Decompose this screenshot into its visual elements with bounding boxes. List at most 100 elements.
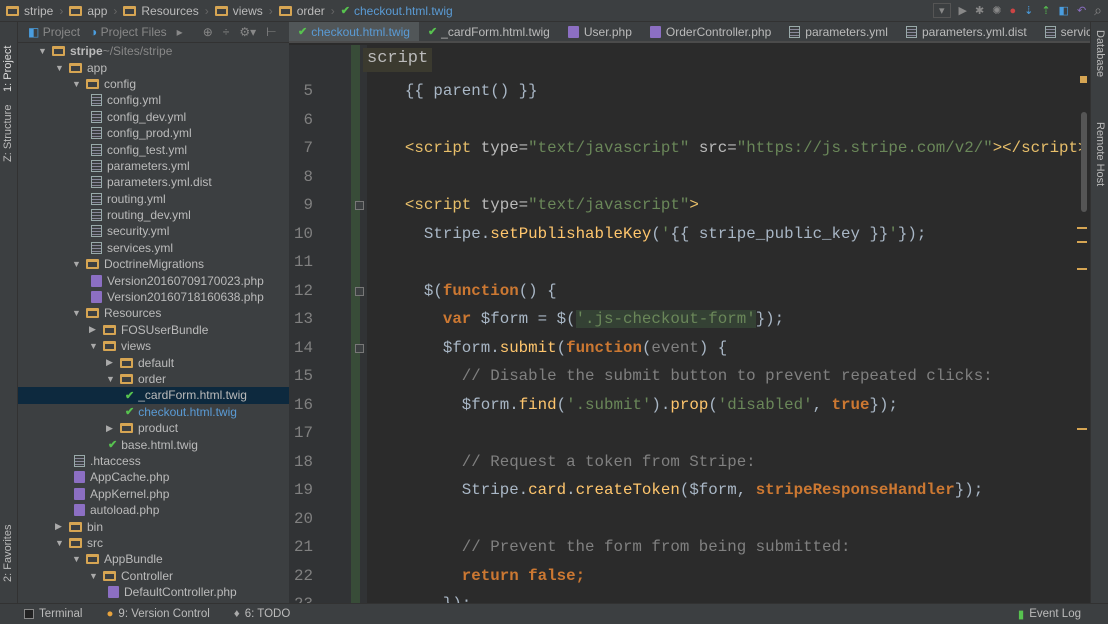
scroll-from-source-icon[interactable]: ⊕ [203,25,213,39]
revert-icon[interactable]: ↶ [1077,4,1086,17]
collapsed-arrow-icon[interactable]: ▶ [89,324,103,335]
breadcrumb-item[interactable]: order › [278,4,335,18]
settings-icon[interactable]: ⚙▾ [239,25,256,39]
collapsed-arrow-icon[interactable]: ▶ [106,357,120,368]
expanded-arrow-icon[interactable]: ▼ [72,308,86,318]
tree-item-config-test-yml[interactable]: config_test.yml [18,141,289,157]
collapsed-arrow-icon[interactable]: ▶ [55,521,69,532]
tree-item-stripe[interactable]: ▼ stripe ~/Sites/stripe [18,43,289,59]
breadcrumb-file[interactable]: ✔ checkout.html.twig [341,4,453,18]
code-token: {{ parent() }} [367,82,538,100]
tab-parameters-yml[interactable]: parameters.yml [780,22,897,41]
structure-tool-tab[interactable]: Z: Structure [2,105,14,162]
tree-item-routing-yml[interactable]: routing.yml [18,191,289,207]
tree-item-config-yml[interactable]: config.yml [18,92,289,108]
database-tool-tab[interactable]: Database [1094,30,1106,77]
error-stripe-mark[interactable] [1077,227,1087,229]
tree-item-config-prod-yml[interactable]: config_prod.yml [18,125,289,141]
tree-item-version20160709170023-php[interactable]: Version20160709170023.php [18,272,289,288]
tree-item-resources[interactable]: ▼ Resources [18,305,289,321]
todo-button[interactable]: ♦ 6: TODO [234,608,290,620]
breadcrumb-item[interactable]: views › [214,4,273,18]
tree-item-security-yml[interactable]: security.yml [18,223,289,239]
expanded-arrow-icon[interactable]: ▼ [106,374,120,384]
project-view-tab[interactable]: ◧ Project [28,25,80,39]
tree-item-appbundle[interactable]: ▼ AppBundle [18,551,289,567]
breadcrumb-item[interactable]: Resources › [123,4,209,18]
tree-item-routing-dev-yml[interactable]: routing_dev.yml [18,207,289,223]
tree-item-controller[interactable]: ▼ Controller [18,568,289,584]
tree-item-doctrinemigrations[interactable]: ▼ DoctrineMigrations [18,256,289,272]
project-tool-tab[interactable]: 1: Project [2,46,14,92]
tree-item-bin[interactable]: ▶ bin [18,518,289,534]
tree-item-fosuserbundle[interactable]: ▶ FOSUserBundle [18,322,289,338]
event-log-button[interactable]: ▮ Event Log [1018,607,1081,621]
tree-item-appkernel-php[interactable]: AppKernel.php [18,486,289,502]
stop-icon[interactable]: ● [1009,5,1016,17]
tab-user-php[interactable]: User.php [559,22,641,41]
tree-item-autoload-php[interactable]: autoload.php [18,502,289,518]
error-stripe-mark[interactable] [1077,241,1087,243]
tree-item--cardform-html-twig[interactable]: ✔ _cardForm.html.twig [18,387,289,404]
search-icon[interactable]: ⌕ [1094,2,1102,19]
expanded-arrow-icon[interactable]: ▼ [55,538,69,548]
vcs-history-icon[interactable]: ◧ [1059,4,1069,17]
tree-item-parameters-yml[interactable]: parameters.yml [18,158,289,174]
tree-item-app[interactable]: ▼ app [18,59,289,75]
tree-item-default[interactable]: ▶ default [18,354,289,370]
vcs-update-icon[interactable]: ⇣ [1024,4,1033,17]
expanded-arrow-icon[interactable]: ▼ [72,79,86,89]
favorites-tool-tab[interactable]: 2: Favorites [2,525,14,582]
coverage-icon[interactable]: ✺ [992,4,1001,17]
tree-item-defaultcontroller-php[interactable]: DefaultController.php [18,584,289,600]
tree-item-views[interactable]: ▼ views [18,338,289,354]
fold-marker-icon[interactable] [355,343,364,353]
tab-checkout-html-twig[interactable]: ✔ checkout.html.twig [289,22,419,41]
hide-panel-icon[interactable]: ⊢ [266,25,276,39]
error-stripe-mark[interactable] [1077,428,1087,430]
more-views-icon[interactable]: ▸ [177,25,183,39]
folder-icon [86,554,99,565]
tree-item-base-html-twig[interactable]: ✔ base.html.twig [18,436,289,452]
tree-item-order[interactable]: ▼ order [18,371,289,387]
version-control-button[interactable]: ● 9: Version Control [106,608,209,620]
terminal-button[interactable]: Terminal [24,608,82,620]
editor-breadcrumb[interactable]: script [363,48,433,72]
line-number: 13 [294,310,313,328]
collapse-all-icon[interactable]: ÷ [223,25,230,39]
tree-item-config[interactable]: ▼ config [18,76,289,92]
tab-ordercontroller-php[interactable]: OrderController.php [641,22,780,41]
tree-item-checkout-html-twig[interactable]: ✔ checkout.html.twig [18,404,289,420]
expanded-arrow-icon[interactable]: ▼ [89,341,103,351]
fold-marker-icon[interactable] [355,286,364,296]
collapsed-arrow-icon[interactable]: ▶ [106,423,120,434]
code-editor[interactable]: script 5 {{ parent() }} 6 7 <script type="… [289,45,1090,603]
tree-item-appcache-php[interactable]: AppCache.php [18,469,289,485]
expanded-arrow-icon[interactable]: ▼ [38,46,52,56]
expanded-arrow-icon[interactable]: ▼ [72,259,86,269]
run-icon[interactable]: ▶ [959,4,967,17]
run-config-dropdown[interactable]: ▾ [933,3,951,18]
code-token: ; [575,566,586,585]
fold-marker-icon[interactable] [355,201,364,210]
tree-item-services-yml[interactable]: services.yml [18,240,289,256]
expanded-arrow-icon[interactable]: ▼ [55,63,69,73]
tree-item-product[interactable]: ▶ product [18,420,289,436]
tab--cardform-html-twig[interactable]: ✔ _cardForm.html.twig [419,22,559,41]
tree-item-version20160718160638-php[interactable]: Version20160718160638.php [18,289,289,305]
breadcrumb-item[interactable]: app › [69,4,117,18]
tab-parameters-yml-dist[interactable]: parameters.yml.dist [897,22,1036,41]
tree-item--htaccess[interactable]: .htaccess [18,453,289,469]
vcs-commit-icon[interactable]: ⇡ [1041,4,1050,17]
project-files-tab[interactable]: ◑ Project Files [90,25,167,39]
remote-host-tool-tab[interactable]: Remote Host [1094,122,1106,186]
debug-icon[interactable]: ✱ [975,4,984,17]
tree-item-parameters-yml-dist[interactable]: parameters.yml.dist [18,174,289,190]
error-stripe-mark[interactable] [1077,268,1087,270]
tree-item-src[interactable]: ▼ src [18,535,289,551]
expanded-arrow-icon[interactable]: ▼ [89,571,103,581]
tree-item-config-dev-yml[interactable]: config_dev.yml [18,109,289,125]
expanded-arrow-icon[interactable]: ▼ [72,554,86,564]
editor-scrollbar[interactable] [1081,112,1087,212]
breadcrumb-item[interactable]: stripe › [6,4,63,18]
